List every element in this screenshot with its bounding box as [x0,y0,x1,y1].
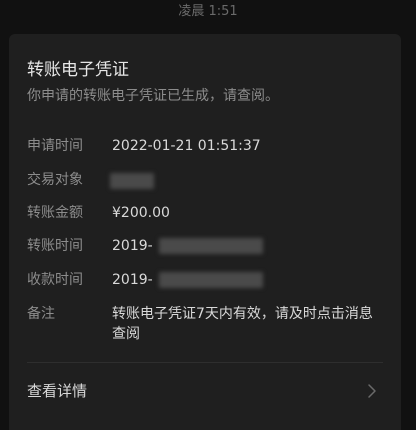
card-title: 转账电子凭证 [27,60,129,80]
card-subtitle: 你申请的转账电子凭证已生成，请查阅。 [27,88,279,104]
transfer-time-redacted [159,238,263,254]
note-value: 转账电子凭证7天内有效，请及时点击消息查阅 [112,306,373,342]
chevron-right-icon [368,384,376,398]
counterparty-label: 交易对象 [27,172,83,188]
counterparty-redacted [110,173,154,189]
transfer-time-value: 2019- [112,238,153,254]
message-timestamp: 凌晨 1:51 [178,4,238,19]
application-time-value: 2022-01-21 01:51:37 [112,138,261,154]
view-details-button[interactable]: 查看详情 [9,363,401,422]
note-label: 备注 [27,306,55,322]
receive-time-value: 2019- [112,272,153,288]
amount-value: ¥200.00 [112,205,170,221]
receive-time-redacted [159,272,263,288]
receive-time-label: 收款时间 [27,272,83,288]
transfer-time-label: 转账时间 [27,238,83,254]
view-details-label: 查看详情 [27,382,88,400]
transfer-voucher-card[interactable]: 转账电子凭证 你申请的转账电子凭证已生成，请查阅。 申请时间 2022-01-2… [9,34,401,430]
amount-label: 转账金额 [27,205,83,221]
application-time-label: 申请时间 [27,138,83,154]
